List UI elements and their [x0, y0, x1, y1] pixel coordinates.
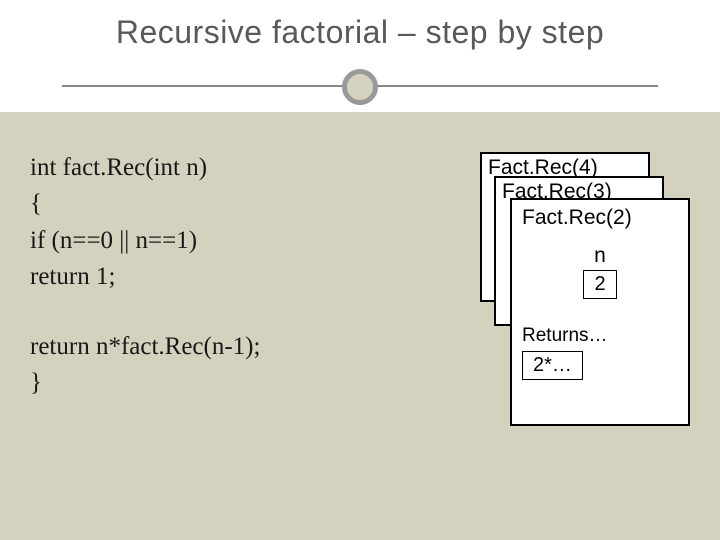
- slide: Recursive factorial – step by step int f…: [0, 0, 720, 540]
- stack-frame-2: Fact.Rec(2) n 2 Returns… 2*…: [510, 198, 690, 426]
- returns-label: Returns…: [522, 325, 678, 347]
- slide-title: Recursive factorial – step by step: [40, 14, 680, 51]
- title-area: Recursive factorial – step by step: [0, 0, 720, 109]
- var-value-box: 2: [583, 270, 617, 299]
- title-rule: [40, 65, 680, 109]
- keyword-int: int: [154, 154, 180, 181]
- ring-icon: [342, 69, 378, 105]
- var-row: n 2: [522, 244, 678, 299]
- code-text: n): [180, 154, 207, 181]
- code-text: fact.Rec(: [56, 154, 153, 181]
- returns-row: 2*…: [522, 351, 678, 380]
- var-name: n: [522, 244, 678, 268]
- returns-value-box: 2*…: [522, 351, 583, 380]
- stack-frame-label: Fact.Rec(2): [522, 206, 678, 230]
- keyword-int: int: [30, 154, 56, 181]
